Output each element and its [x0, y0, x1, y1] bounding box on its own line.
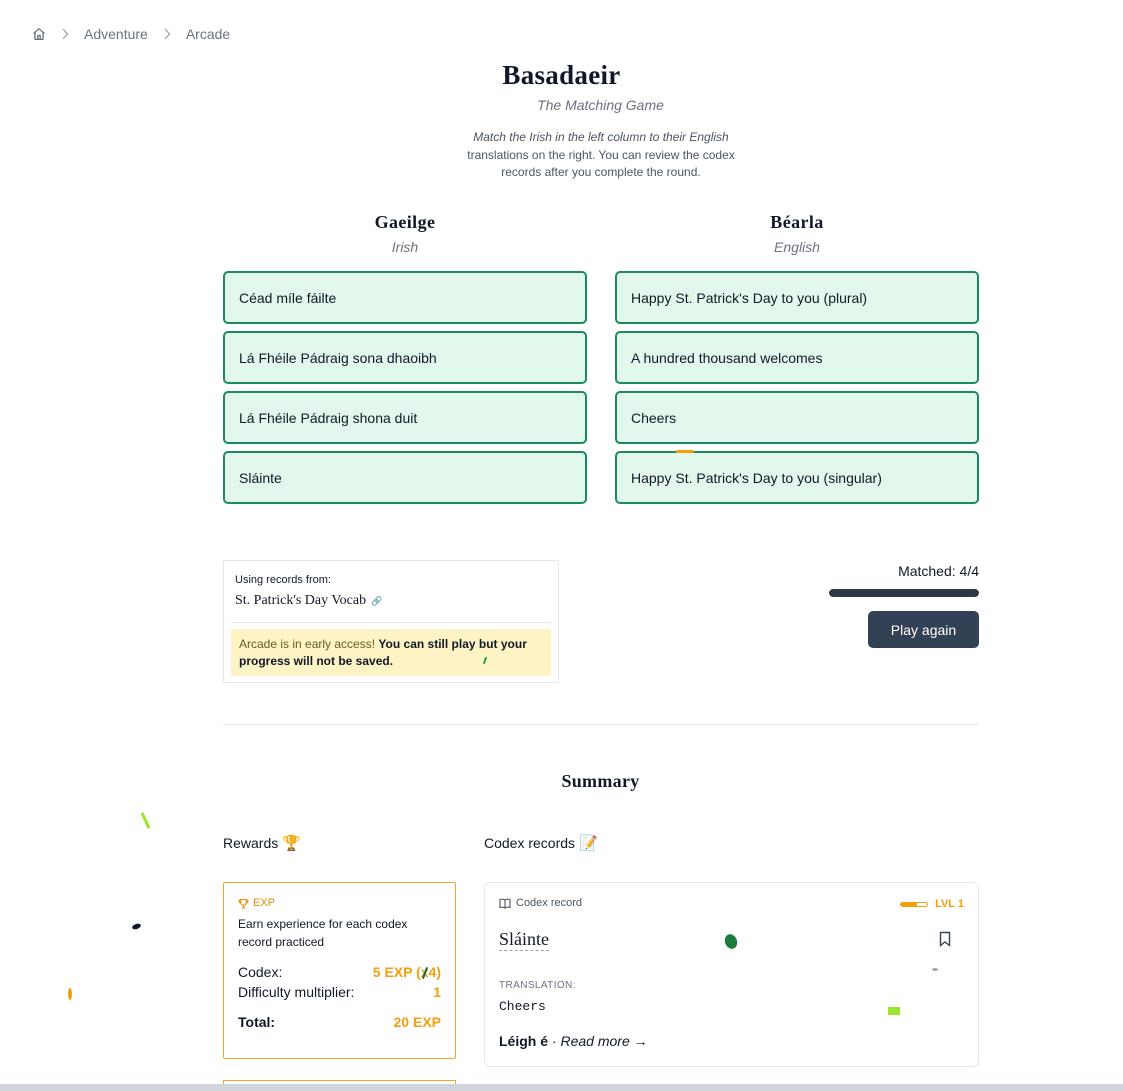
translation-value: Cheers	[499, 999, 546, 1014]
exp-row-total: Total: 20 EXP	[238, 1014, 441, 1030]
english-column-header: Béarla English	[615, 212, 979, 255]
exp-row-codex: Codex: 5 EXP (x4)	[238, 964, 441, 980]
instructions-rest: translations on the right. You can revie…	[467, 147, 735, 180]
irish-card-label: Lá Fhéile Pádraig sona dhaoibh	[239, 349, 437, 366]
irish-card[interactable]: Lá Fhéile Pádraig sona dhaoibh	[223, 331, 587, 384]
exp-tag-label: EXP	[253, 897, 276, 909]
records-source-label: Using records from:	[235, 574, 331, 586]
confetti-piece	[131, 922, 142, 931]
play-again-button[interactable]: Play again	[868, 611, 979, 648]
summary-heading: Summary	[561, 771, 640, 791]
page-title: Basadaeir	[502, 60, 621, 90]
match-progress-fill	[829, 589, 979, 597]
divider	[231, 622, 551, 623]
instructions-italic: Match the Irish in the left column to th…	[473, 130, 729, 144]
translation-label: TRANSLATION:	[499, 980, 576, 991]
irish-card[interactable]: Sláinte	[223, 451, 587, 504]
irish-heading: Gaeilge	[374, 212, 436, 232]
early-access-notice: Arcade is in early access! You can still…	[231, 629, 551, 676]
english-card[interactable]: Cheers	[615, 391, 979, 444]
irish-card-label: Lá Fhéile Pádraig shona duit	[239, 409, 418, 426]
exp-reward-card: EXP Earn experience for each codex recor…	[223, 882, 456, 1059]
exp-intro: Earn experience for each codex record pr…	[238, 917, 408, 949]
exp-row-multiplier: Difficulty multiplier: 1	[238, 984, 441, 1000]
divider	[223, 724, 979, 725]
irish-card-label: Sláinte	[239, 469, 282, 486]
read-more-link[interactable]: Read more →	[560, 1033, 647, 1049]
horizontal-scrollbar[interactable]	[0, 1084, 1123, 1091]
confetti-piece	[932, 968, 938, 971]
breadcrumb-adventure[interactable]: Adventure	[84, 26, 148, 42]
codex-card-footer: Léigh é · Read more →	[499, 1033, 648, 1049]
trophy-icon	[238, 898, 249, 909]
english-card[interactable]: Happy St. Patrick's Day to you (plural)	[615, 271, 979, 324]
confetti-piece	[140, 812, 151, 829]
exp-total-value: 20 EXP	[393, 1014, 441, 1030]
codex-heading-label: Codex records	[484, 835, 576, 851]
footer-separator: ·	[548, 1033, 561, 1049]
english-card-label: Happy St. Patrick's Day to you (singular…	[631, 469, 882, 486]
breadcrumb: Adventure Arcade	[32, 24, 230, 44]
irish-card[interactable]: Lá Fhéile Pádraig shona duit	[223, 391, 587, 444]
codex-record-tag: Codex record	[499, 897, 964, 909]
book-icon	[499, 898, 511, 909]
match-progress-bar	[829, 589, 979, 597]
english-card[interactable]: A hundred thousand welcomes	[615, 331, 979, 384]
irish-column-header: Gaeilge Irish	[223, 212, 587, 255]
english-card-label: Happy St. Patrick's Day to you (plural)	[631, 289, 868, 306]
english-subheading: English	[774, 239, 820, 255]
codex-record-tag-label: Codex record	[516, 897, 583, 909]
link-icon: 🔗	[371, 595, 383, 606]
codex-records-heading: Codex records 📝	[484, 834, 598, 852]
irish-subheading: Irish	[391, 239, 419, 255]
memo-emoji-icon: 📝	[579, 835, 598, 852]
trophy-emoji-icon: 🏆	[282, 835, 301, 852]
english-card[interactable]: Happy St. Patrick's Day to you (singular…	[615, 451, 979, 504]
breadcrumb-arcade[interactable]: Arcade	[186, 26, 230, 42]
codex-word[interactable]: Sláinte	[499, 928, 549, 951]
home-icon[interactable]	[32, 27, 46, 41]
confetti-piece	[68, 988, 72, 1000]
codex-record-card: Codex record LVL 1 Sláinte TRANSLATION: …	[484, 882, 979, 1067]
irish-card[interactable]: Céad míle fáilte	[223, 271, 587, 324]
records-source-title[interactable]: St. Patrick's Day Vocab	[235, 593, 366, 609]
exp-row-label: Difficulty multiplier:	[238, 984, 355, 1000]
rewards-heading: Rewards 🏆	[223, 834, 301, 852]
instructions: Match the Irish in the left column to th…	[449, 129, 753, 182]
read-it-label: Léigh é	[499, 1033, 549, 1049]
exp-total-label: Total:	[238, 1014, 276, 1030]
bookmark-icon[interactable]	[938, 931, 952, 947]
notice-plain: Arcade is in early access!	[239, 637, 376, 651]
level-progress-fill	[901, 902, 917, 906]
page-subtitle: The Matching Game	[537, 97, 664, 113]
exp-row-value: 5 EXP (x4)	[372, 964, 441, 980]
chevron-right-icon	[163, 28, 171, 40]
level-progress-bar	[900, 901, 929, 907]
english-card-label: Cheers	[631, 409, 677, 426]
confetti-piece	[888, 1007, 900, 1015]
matched-count: Matched: 4/4	[898, 563, 979, 579]
level-label: LVL 1	[935, 898, 964, 910]
exp-row-value: 1	[433, 984, 441, 1000]
irish-card-label: Céad míle fáilte	[239, 289, 337, 306]
chevron-right-icon	[61, 28, 69, 40]
confetti-piece	[676, 450, 694, 453]
level-indicator: LVL 1	[900, 898, 964, 910]
rewards-heading-label: Rewards	[223, 835, 279, 851]
records-source-name[interactable]: St. Patrick's Day Vocab 🔗	[235, 593, 382, 609]
exp-tag: EXP	[238, 897, 441, 909]
records-source-panel: Using records from: St. Patrick's Day Vo…	[223, 560, 559, 683]
english-heading: Béarla	[770, 212, 824, 232]
exp-row-label: Codex:	[238, 964, 283, 980]
english-card-label: A hundred thousand welcomes	[631, 349, 823, 366]
